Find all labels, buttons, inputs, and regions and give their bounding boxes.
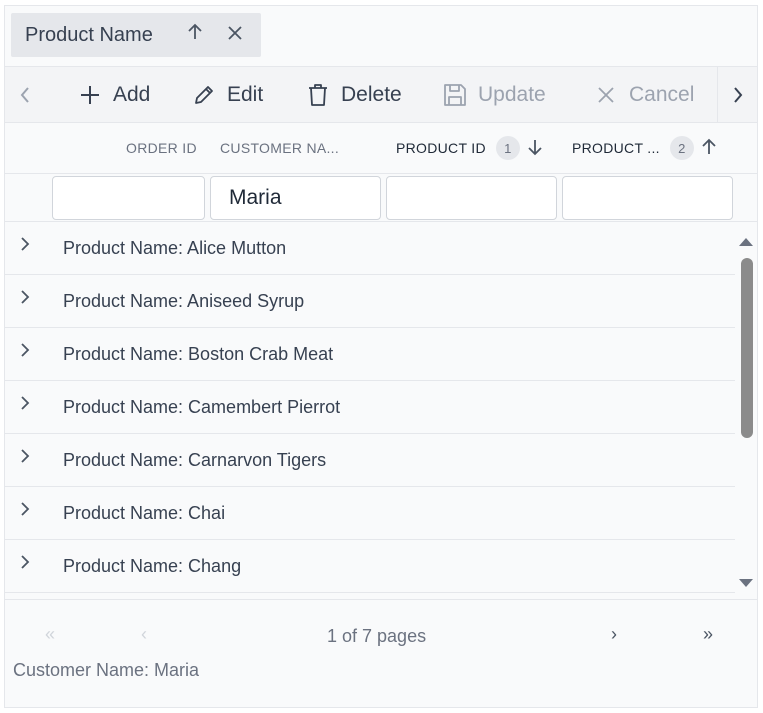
- edit-button[interactable]: Edit: [191, 67, 263, 123]
- pager-prev-button[interactable]: ‹: [141, 624, 147, 645]
- arrow-up-icon[interactable]: [175, 23, 215, 47]
- update-button[interactable]: Update: [442, 67, 546, 123]
- chevron-right-icon: [733, 87, 742, 103]
- group-row[interactable]: Product Name: Boston Crab Meat: [5, 328, 735, 381]
- chevron-right-icon[interactable]: [19, 289, 39, 309]
- column-header-label: PRODUCT ID: [396, 140, 486, 156]
- group-row[interactable]: Product Name: Carnarvon Tigers: [5, 434, 735, 487]
- toolbar-scroll-right-button[interactable]: [717, 67, 757, 123]
- arrow-down-icon: [528, 138, 542, 159]
- group-chip-label: Product Name: [25, 23, 153, 46]
- group-drop-area: Product Name: [5, 6, 757, 66]
- grid-content: Product Name: Alice Mutton Product Name:…: [5, 222, 757, 599]
- group-caption: Product Name: Boston Crab Meat: [63, 343, 334, 364]
- add-button-label: Add: [113, 83, 151, 106]
- close-icon: [593, 82, 619, 108]
- sort-order-badge: 2: [669, 136, 694, 160]
- data-grid: Product Name Add Edit Delete Update Canc…: [4, 5, 758, 708]
- group-caption: Product Name: Aniseed Syrup: [63, 290, 305, 311]
- delete-button-label: Delete: [341, 83, 402, 106]
- chevron-right-icon[interactable]: [19, 342, 39, 362]
- group-caption: Product Name: Carnarvon Tigers: [63, 449, 327, 470]
- edit-button-label: Edit: [227, 83, 264, 106]
- pager-info: 1 of 7 pages: [327, 626, 427, 646]
- toolbar-scroll-left-button[interactable]: [5, 67, 45, 123]
- group-caption: Product Name: Alice Mutton: [63, 237, 287, 258]
- pager-first-button[interactable]: «: [45, 624, 55, 645]
- add-button[interactable]: Add: [77, 67, 150, 123]
- group-row[interactable]: Product Name: Chang: [5, 540, 735, 593]
- arrow-up-icon: [702, 138, 716, 159]
- order-id-filter-input[interactable]: [52, 176, 205, 220]
- column-header-label: CUSTOMER NA...: [220, 140, 340, 156]
- pager-last-button[interactable]: »: [703, 624, 713, 645]
- column-header-label: PRODUCT ...: [572, 140, 660, 156]
- cancel-button-label: Cancel: [629, 83, 695, 106]
- sort-order-badge: 1: [495, 136, 520, 160]
- column-header-product-name[interactable]: PRODUCT ... 2: [572, 123, 716, 173]
- column-header-label: ORDER ID: [126, 140, 197, 156]
- trash-icon: [305, 82, 331, 108]
- chevron-right-icon[interactable]: [19, 554, 39, 574]
- cancel-button[interactable]: Cancel: [593, 67, 694, 123]
- column-header-order-id[interactable]: ORDER ID: [126, 123, 197, 173]
- scroll-down-arrow-icon[interactable]: [738, 577, 754, 589]
- product-id-filter-input[interactable]: [386, 176, 557, 220]
- group-caption: Product Name: Chang: [63, 555, 242, 576]
- group-row[interactable]: Product Name: Alice Mutton: [5, 222, 735, 275]
- save-icon: [442, 82, 468, 108]
- filter-row: [5, 174, 757, 222]
- column-header-row: ORDER ID CUSTOMER NA... PRODUCT ID 1 PRO…: [5, 122, 757, 174]
- chevron-right-icon[interactable]: [19, 501, 39, 521]
- group-caption: Product Name: Chai: [63, 502, 226, 523]
- plus-icon: [77, 82, 103, 108]
- product-name-filter-input[interactable]: [562, 176, 733, 220]
- pager: « ‹ 1 of 7 pages › » Customer Name: Mari…: [5, 599, 757, 707]
- update-button-label: Update: [478, 83, 546, 106]
- column-header-product-id[interactable]: PRODUCT ID 1: [396, 123, 542, 173]
- aggregate-summary: Customer Name: Maria: [13, 660, 200, 680]
- toolbar: Add Edit Delete Update Cancel: [5, 66, 757, 123]
- close-icon[interactable]: [215, 24, 255, 47]
- chevron-right-icon[interactable]: [19, 236, 39, 256]
- group-caption: Product Name: Camembert Pierrot: [63, 396, 341, 417]
- pager-next-button[interactable]: ›: [611, 624, 617, 645]
- pencil-icon: [191, 82, 217, 108]
- chevron-left-icon: [20, 87, 29, 103]
- scroll-up-arrow-icon[interactable]: [738, 236, 754, 248]
- group-chip-product-name[interactable]: Product Name: [11, 13, 261, 57]
- scrollbar-thumb[interactable]: [741, 258, 753, 438]
- group-row[interactable]: Product Name: Camembert Pierrot: [5, 381, 735, 434]
- chevron-right-icon[interactable]: [19, 448, 39, 468]
- customer-name-filter-input[interactable]: [210, 176, 381, 220]
- vertical-scrollbar[interactable]: [735, 222, 757, 599]
- chevron-right-icon[interactable]: [19, 395, 39, 415]
- group-row[interactable]: Product Name: Chai: [5, 487, 735, 540]
- column-header-customer-name[interactable]: CUSTOMER NA...: [220, 123, 339, 173]
- delete-button[interactable]: Delete: [305, 67, 402, 123]
- group-row[interactable]: Product Name: Aniseed Syrup: [5, 275, 735, 328]
